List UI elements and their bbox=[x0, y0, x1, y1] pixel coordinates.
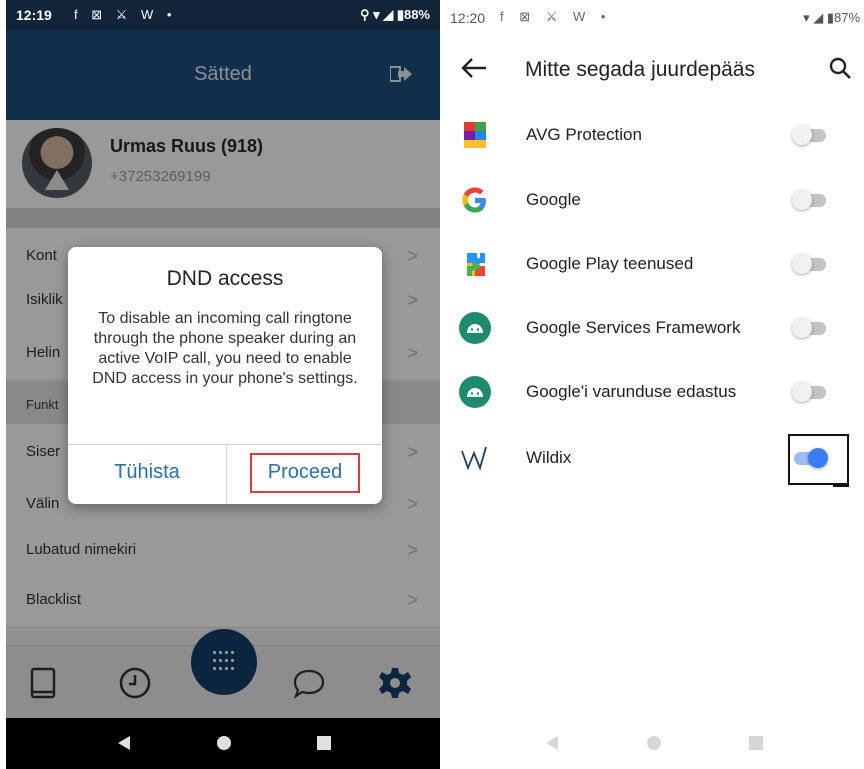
status-bar: 12:19 f ⊠ ⚔ W • ⚲ ▾ ◢ ▮88% bbox=[6, 0, 440, 30]
toggle-switch[interactable] bbox=[792, 125, 828, 145]
app-name: Wildix bbox=[526, 448, 572, 467]
app-row[interactable]: Google bbox=[440, 168, 864, 232]
toggle-switch[interactable] bbox=[792, 382, 828, 402]
divider bbox=[226, 445, 227, 504]
status-battery: ▾ ◢ ▮87% bbox=[803, 10, 860, 25]
home-nav-icon[interactable] bbox=[216, 735, 232, 751]
back-nav-icon[interactable] bbox=[544, 735, 560, 751]
home-nav-icon[interactable] bbox=[646, 735, 662, 751]
toggle-switch[interactable] bbox=[792, 254, 828, 274]
app-name: AVG Protection bbox=[526, 125, 642, 144]
app-row[interactable]: Google Play teenused bbox=[440, 232, 864, 296]
google-icon bbox=[462, 187, 486, 213]
toggle-switch[interactable] bbox=[792, 318, 828, 338]
highlight-box bbox=[788, 434, 849, 487]
avg-icon bbox=[464, 122, 486, 148]
page-title: Mitte segada juurdepääs bbox=[525, 58, 755, 81]
right-phone-screen: 12:20 f ⊠ ⚔ W • ▾ ◢ ▮87% Mitte segada ju… bbox=[440, 0, 864, 769]
google-play-services-icon bbox=[467, 253, 485, 276]
app-name: Google bbox=[526, 190, 581, 209]
android-icon bbox=[459, 376, 491, 408]
recents-nav-icon[interactable] bbox=[748, 735, 764, 751]
status-battery: ⚲ ▾ ◢ ▮88% bbox=[359, 7, 430, 22]
recents-nav-icon[interactable] bbox=[316, 735, 332, 751]
search-icon[interactable] bbox=[828, 56, 852, 80]
dialog-title: DND access bbox=[166, 267, 284, 290]
app-row[interactable]: AVG Protection bbox=[440, 103, 864, 167]
app-name: Google Services Framework bbox=[526, 318, 741, 337]
back-arrow-icon[interactable] bbox=[460, 56, 488, 80]
screenshot-root: 12:19 f ⊠ ⚔ W • ⚲ ▾ ◢ ▮88% Sätted Urmas … bbox=[0, 0, 864, 769]
app-row[interactable]: Google Services Framework bbox=[440, 296, 864, 360]
back-nav-icon[interactable] bbox=[116, 735, 132, 751]
proceed-button[interactable]: Proceed bbox=[250, 453, 360, 493]
dnd-access-dialog: DND access To disable an incoming call r… bbox=[68, 247, 382, 504]
android-nav-bar bbox=[6, 718, 440, 769]
status-time: 12:19 bbox=[16, 7, 52, 23]
notification-icons: f ⊠ ⚔ W • bbox=[74, 7, 177, 22]
wildix-icon bbox=[461, 446, 487, 471]
cancel-button[interactable]: Tühista bbox=[68, 461, 226, 484]
app-name: Google'i varunduse edastus bbox=[526, 382, 737, 401]
app-bar: Mitte segada juurdepääs bbox=[440, 36, 864, 104]
android-nav-bar bbox=[440, 718, 864, 769]
divider bbox=[68, 444, 382, 445]
status-time: 12:20 bbox=[450, 10, 486, 26]
toggle-switch[interactable] bbox=[792, 190, 828, 210]
left-phone-screen: 12:19 f ⊠ ⚔ W • ⚲ ▾ ◢ ▮88% Sätted Urmas … bbox=[6, 0, 440, 769]
app-name: Google Play teenused bbox=[526, 254, 694, 273]
android-icon bbox=[459, 312, 491, 344]
notification-icons: f ⊠ ⚔ W • bbox=[500, 9, 612, 24]
dialog-message: To disable an incoming call ringtone thr… bbox=[92, 310, 358, 387]
status-bar: 12:20 f ⊠ ⚔ W • ▾ ◢ ▮87% bbox=[440, 0, 864, 36]
app-row[interactable]: Google'i varunduse edastus bbox=[440, 360, 864, 424]
